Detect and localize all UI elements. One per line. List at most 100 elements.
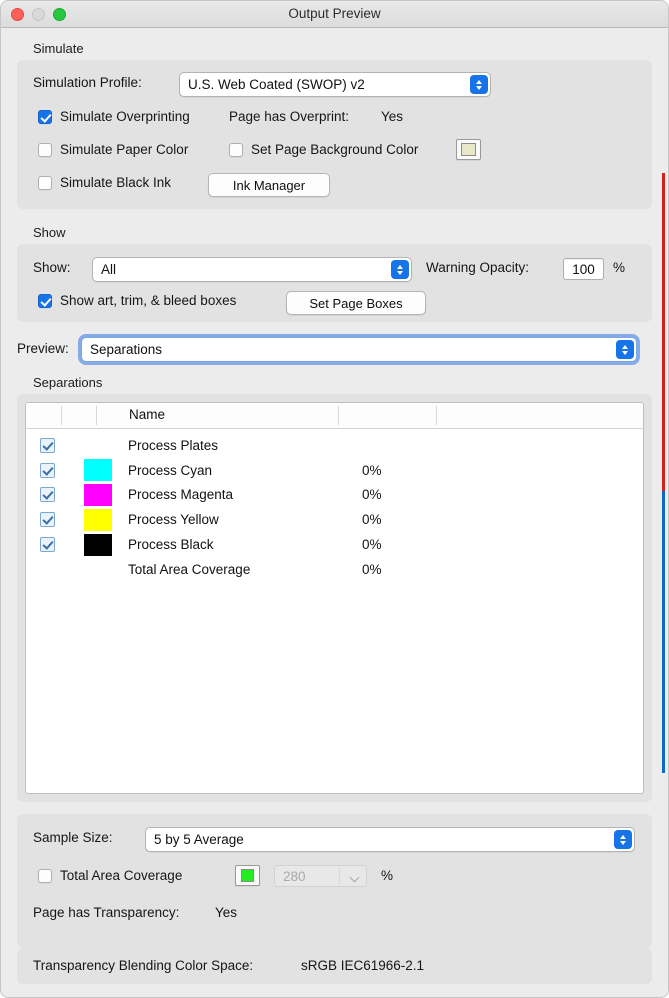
- column-header-name[interactable]: Name: [129, 407, 165, 422]
- set-page-background-color-label: Set Page Background Color: [251, 142, 419, 157]
- separation-visibility-checkbox[interactable]: [39, 537, 55, 553]
- separations-table[interactable]: Name Process Plates Process Cyan 0% Process…: [25, 402, 644, 794]
- separation-visibility-checkbox[interactable]: [39, 512, 55, 528]
- simulate-black-ink-checkbox[interactable]: [38, 175, 52, 190]
- page-background-color-swatch: [461, 143, 476, 156]
- row-checkbox-cell[interactable]: [26, 487, 68, 503]
- show-popup[interactable]: All: [92, 257, 412, 282]
- separation-percent: 0%: [362, 462, 382, 478]
- window-body: Simulate Simulation Profile: U.S. Web Co…: [1, 41, 668, 984]
- row-swatch-cell: [68, 508, 128, 531]
- total-area-coverage-value: 280: [283, 868, 306, 884]
- page-background-color-well[interactable]: [456, 139, 481, 160]
- table-row[interactable]: Process Black 0%: [26, 532, 643, 557]
- simulate-black-ink-label: Simulate Black Ink: [60, 175, 172, 190]
- simulation-profile-value: U.S. Web Coated (SWOP) v2: [188, 77, 365, 92]
- column-divider[interactable]: [338, 406, 339, 425]
- table-row[interactable]: Process Cyan 0%: [26, 458, 643, 483]
- column-divider[interactable]: [436, 406, 437, 425]
- set-page-background-color-checkbox[interactable]: [229, 142, 243, 157]
- show-boxes-label: Show art, trim, & bleed boxes: [60, 293, 237, 308]
- column-divider[interactable]: [61, 406, 62, 425]
- separation-name: Total Area Coverage: [128, 561, 251, 577]
- total-area-coverage-unit: %: [381, 868, 394, 883]
- separation-percent: 0%: [362, 487, 382, 503]
- separations-table-header: Name: [26, 403, 643, 429]
- window-titlebar: Output Preview: [1, 1, 668, 28]
- show-groupbox: Show: All Warning Opacity: 100 % Show ar…: [17, 244, 652, 322]
- ink-manager-button[interactable]: Ink Manager: [208, 173, 330, 197]
- blending-space-value: sRGB IEC61966-2.1: [301, 958, 425, 973]
- warning-opacity-unit: %: [613, 260, 626, 275]
- blending-space-label: Transparency Blending Color Space:: [33, 958, 254, 973]
- chevron-down-icon: [349, 872, 360, 883]
- row-checkbox-cell[interactable]: [26, 512, 68, 528]
- separation-percent: 0%: [362, 561, 382, 577]
- simulate-paper-color-label: Simulate Paper Color: [60, 142, 189, 157]
- chevron-updown-icon: [616, 340, 634, 359]
- separation-percent: 0%: [362, 537, 382, 553]
- show-group-label: Show: [33, 225, 66, 240]
- table-row[interactable]: Process Plates: [26, 433, 643, 458]
- window-title: Output Preview: [288, 6, 381, 21]
- sample-size-label: Sample Size:: [33, 830, 113, 845]
- simulation-profile-popup[interactable]: U.S. Web Coated (SWOP) v2: [179, 72, 491, 97]
- row-swatch-cell: [68, 533, 128, 556]
- ink-color-swatch: [84, 483, 112, 506]
- chevron-updown-icon: [391, 260, 409, 279]
- simulate-paper-color-checkbox[interactable]: [38, 142, 52, 157]
- warning-opacity-label: Warning Opacity:: [426, 260, 530, 275]
- output-preview-window: Output Preview Simulate Simulation Profi…: [0, 0, 669, 998]
- separations-groupbox: Name Process Plates Process Cyan 0% Process…: [17, 394, 652, 802]
- page-has-overprint-label: Page has Overprint:: [229, 109, 350, 124]
- row-checkbox-cell[interactable]: [26, 437, 68, 453]
- total-area-coverage-color-well[interactable]: [235, 865, 260, 886]
- separation-name: Process Plates: [128, 437, 219, 453]
- separation-name: Process Cyan: [128, 462, 213, 478]
- total-area-coverage-combo: 280: [274, 865, 367, 887]
- ink-color-swatch: [84, 508, 112, 531]
- preview-popup[interactable]: Separations: [81, 337, 637, 362]
- table-row[interactable]: Total Area Coverage 0%: [26, 557, 643, 582]
- sample-size-popup[interactable]: 5 by 5 Average: [145, 827, 635, 852]
- simulate-groupbox: Simulation Profile: U.S. Web Coated (SWO…: [17, 60, 652, 209]
- separation-percent: 0%: [362, 512, 382, 528]
- page-has-transparency-label: Page has Transparency:: [33, 905, 180, 920]
- show-label: Show:: [33, 260, 71, 275]
- table-row[interactable]: Process Magenta 0%: [26, 483, 643, 508]
- simulation-profile-label: Simulation Profile:: [33, 75, 142, 90]
- page-has-transparency-value: Yes: [215, 905, 238, 920]
- column-divider[interactable]: [96, 406, 97, 425]
- row-swatch-cell: [68, 459, 128, 482]
- row-checkbox-cell[interactable]: [26, 537, 68, 553]
- ink-color-swatch: [84, 533, 112, 556]
- preview-label: Preview:: [17, 341, 69, 356]
- separation-name: Process Magenta: [128, 487, 234, 503]
- row-checkbox-cell[interactable]: [26, 462, 68, 478]
- simulate-group-label: Simulate: [33, 41, 84, 56]
- total-area-coverage-label: Total Area Coverage: [60, 868, 183, 883]
- total-area-coverage-swatch: [241, 869, 254, 882]
- sample-size-value: 5 by 5 Average: [154, 832, 244, 847]
- ink-color-swatch: [84, 459, 112, 482]
- blending-space-groupbox: Transparency Blending Color Space: sRGB …: [17, 948, 652, 984]
- footer-groupbox: Sample Size: 5 by 5 Average Total Area C…: [17, 814, 652, 948]
- show-value: All: [101, 262, 117, 277]
- show-boxes-checkbox[interactable]: [38, 293, 52, 308]
- warning-opacity-input[interactable]: 100: [563, 258, 604, 280]
- separation-visibility-checkbox[interactable]: [39, 462, 55, 478]
- preview-value: Separations: [90, 342, 163, 357]
- separations-row-list: Process Plates Process Cyan 0% Process Mage…: [26, 429, 643, 582]
- separations-group-label: Separations: [33, 375, 103, 390]
- row-swatch-cell: [68, 483, 128, 506]
- separation-name: Process Black: [128, 537, 214, 553]
- chevron-updown-icon: [470, 75, 488, 94]
- simulate-overprinting-label: Simulate Overprinting: [60, 109, 190, 124]
- simulate-overprinting-checkbox[interactable]: [38, 109, 52, 124]
- separation-name: Process Yellow: [128, 512, 219, 528]
- table-row[interactable]: Process Yellow 0%: [26, 507, 643, 532]
- separation-visibility-checkbox[interactable]: [39, 437, 55, 453]
- separation-visibility-checkbox[interactable]: [39, 487, 55, 503]
- total-area-coverage-checkbox[interactable]: [38, 868, 52, 883]
- set-page-boxes-button[interactable]: Set Page Boxes: [286, 291, 426, 315]
